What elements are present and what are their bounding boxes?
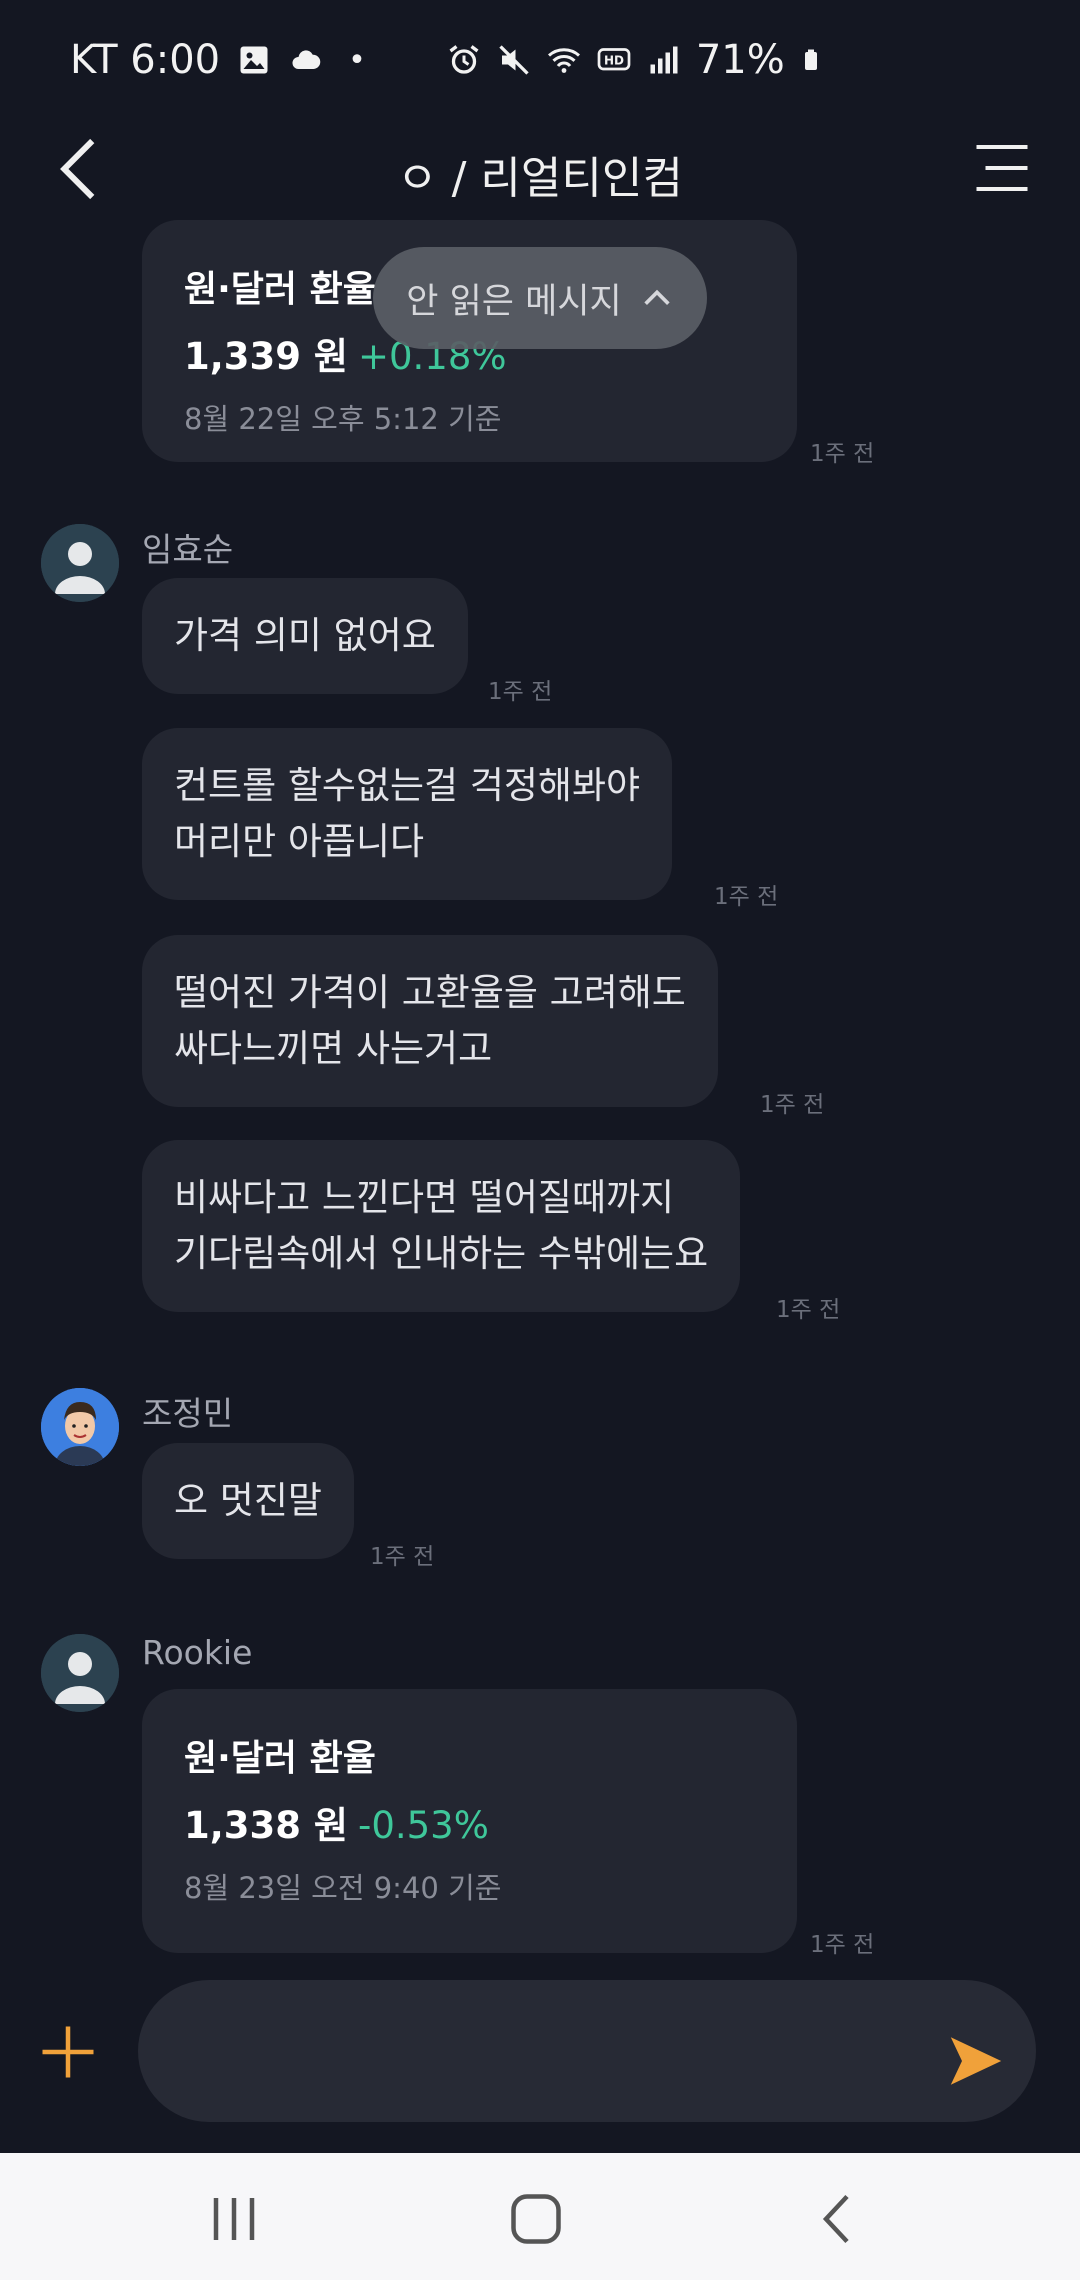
carrier-time: KT 6:00 <box>70 37 221 83</box>
home-icon[interactable] <box>506 2189 566 2249</box>
chevron-up-icon <box>644 289 670 305</box>
message-time: 1주 전 <box>370 1544 435 1570</box>
message-bubble[interactable]: 컨트롤 할수없는걸 걱정해봐야 머리만 아픕니다 <box>142 728 673 900</box>
battery-icon <box>804 49 817 70</box>
cloud-icon <box>292 50 321 69</box>
page-title: ㅇ / 리얼티인컴 <box>397 153 683 204</box>
message-time: 1주 전 <box>810 1932 875 1958</box>
signal-icon <box>650 46 678 74</box>
sender-name: Rookie <box>142 1633 253 1672</box>
hd-call-icon: HD <box>597 48 631 71</box>
message-time: 1주 전 <box>776 1297 841 1323</box>
message-time: 1주 전 <box>760 1092 825 1118</box>
rate-value: 1,339 원 <box>184 335 348 378</box>
battery-percent: 71% <box>695 37 785 83</box>
message-time: 1주 전 <box>488 679 553 705</box>
message-composer <box>0 1960 1080 2150</box>
default-avatar-icon <box>41 524 119 602</box>
default-avatar-icon <box>41 1634 119 1712</box>
card-title: 원·달러 환율 <box>184 1738 376 1779</box>
sender-name: 임효순 <box>142 530 234 569</box>
wifi-icon <box>547 48 580 73</box>
menu-icon[interactable] <box>972 138 1032 198</box>
chat-header: ㅇ / 리얼티인컴 <box>0 120 1080 220</box>
recent-apps-icon[interactable] <box>204 2189 264 2249</box>
unread-messages-button[interactable]: 안 읽은 메시지 <box>373 247 707 349</box>
sender-name: 조정민 <box>142 1394 234 1433</box>
nav-back-icon[interactable] <box>808 2189 868 2249</box>
card-timestamp: 8월 22일 오후 5:12 기준 <box>184 402 502 436</box>
send-icon[interactable] <box>948 2033 1004 2089</box>
alarm-icon <box>449 45 479 74</box>
avatar[interactable] <box>41 524 119 602</box>
plus-icon[interactable] <box>38 2022 98 2082</box>
message-bubble[interactable]: 떨어진 가격이 고환율을 고려해도 싸다느끼면 사는거고 <box>142 935 718 1107</box>
message-time: 1주 전 <box>810 441 875 467</box>
cartoon-avatar-icon <box>41 1388 119 1466</box>
exchange-rate-card[interactable]: 원·달러 환율 1,338 원 -0.53% 8월 23일 오전 9:40 기준 <box>142 1689 797 1953</box>
message-bubble[interactable]: 가격 의미 없어요 <box>142 578 468 694</box>
rate-change: -0.53% <box>357 1804 489 1847</box>
avatar[interactable] <box>41 1388 119 1466</box>
notification-dot: • <box>348 42 366 78</box>
system-nav-bar <box>0 2153 1080 2280</box>
message-input[interactable] <box>138 1980 1036 2122</box>
gallery-icon <box>240 46 268 74</box>
rate-value: 1,338 원 <box>184 1804 348 1847</box>
message-time: 1주 전 <box>714 884 779 910</box>
message-bubble[interactable]: 비싸다고 느낀다면 떨어질때까지 기다림속에서 인내하는 수밖에는요 <box>142 1140 741 1312</box>
status-bar: KT 6:00 • HD 71% <box>0 0 1080 120</box>
card-timestamp: 8월 23일 오전 9:40 기준 <box>184 1871 502 1905</box>
unread-label: 안 읽은 메시지 <box>406 281 622 322</box>
avatar[interactable] <box>41 1634 119 1712</box>
message-bubble[interactable]: 오 멋진말 <box>142 1443 354 1559</box>
svg-text:HD: HD <box>604 54 624 68</box>
mute-icon <box>499 45 529 75</box>
card-value: 1,338 원 -0.53% <box>184 1795 755 1849</box>
